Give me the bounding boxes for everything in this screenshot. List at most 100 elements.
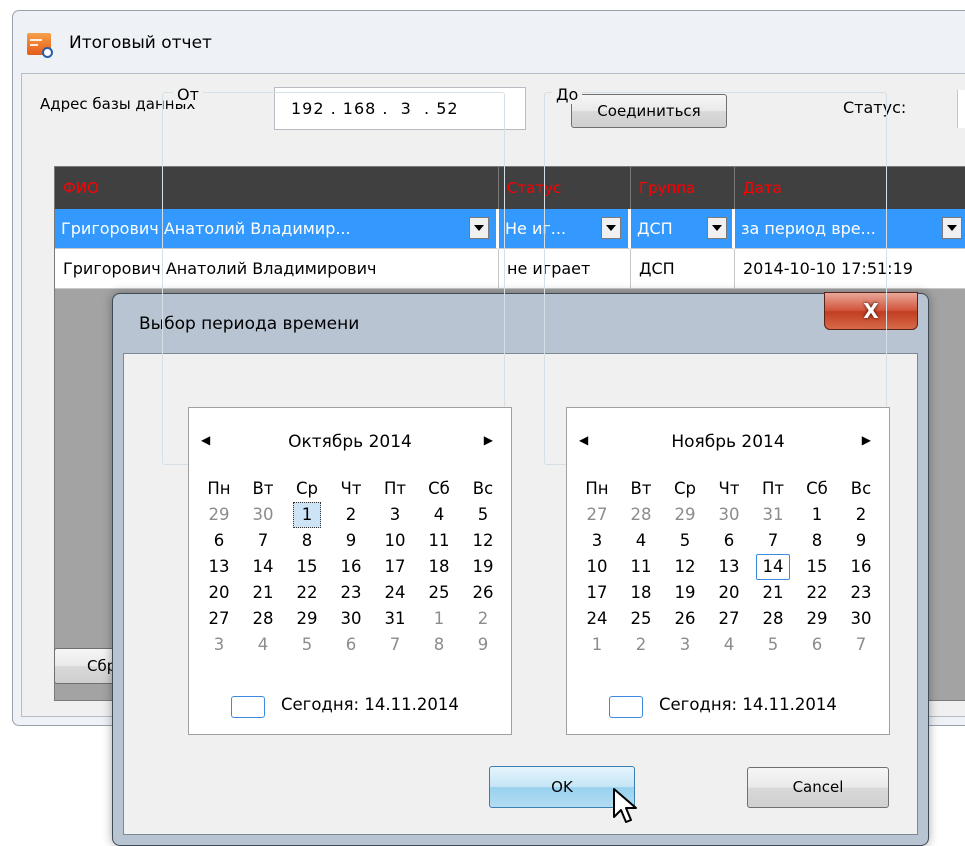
calendar-day[interactable]: 15 — [285, 554, 329, 580]
calendar-day[interactable]: 21 — [241, 580, 285, 606]
calendar-day[interactable]: 7 — [839, 632, 883, 658]
calendar-week: 3456789 — [575, 528, 883, 554]
calendar-day[interactable]: 9 — [461, 632, 505, 658]
calendar-day[interactable]: 27 — [707, 606, 751, 632]
calendar-day[interactable]: 10 — [575, 554, 619, 580]
calendar-day[interactable]: 5 — [285, 632, 329, 658]
calendar-day[interactable]: 20 — [707, 580, 751, 606]
next-month-icon[interactable]: ▶ — [484, 433, 493, 447]
calendar-day[interactable]: 11 — [417, 528, 461, 554]
calendar-day[interactable]: 12 — [663, 554, 707, 580]
calendar-day[interactable]: 5 — [751, 632, 795, 658]
month-title[interactable]: Ноябрь 2014 — [567, 432, 889, 452]
calendar-day[interactable]: 7 — [241, 528, 285, 554]
calendar-day[interactable]: 12 — [461, 528, 505, 554]
calendar-day[interactable]: 10 — [373, 528, 417, 554]
calendar-day[interactable]: 19 — [461, 554, 505, 580]
today-footer[interactable]: Сегодня: 14.11.2014 — [567, 694, 889, 722]
calendar-day[interactable]: 13 — [707, 554, 751, 580]
calendar-day[interactable]: 27 — [197, 606, 241, 632]
calendar-day[interactable]: 4 — [241, 632, 285, 658]
calendar-day[interactable]: 1 — [575, 632, 619, 658]
calendar-day[interactable]: 23 — [329, 580, 373, 606]
calendar-day[interactable]: 14 — [751, 554, 795, 580]
calendar-day[interactable]: 16 — [839, 554, 883, 580]
calendar-day[interactable]: 27 — [575, 502, 619, 528]
calendar-day[interactable]: 6 — [795, 632, 839, 658]
calendar-day[interactable]: 6 — [329, 632, 373, 658]
calendar-day[interactable]: 24 — [373, 580, 417, 606]
dropdown-arrow-icon[interactable] — [942, 217, 962, 239]
calendar-day[interactable]: 3 — [663, 632, 707, 658]
calendar-day[interactable]: 17 — [373, 554, 417, 580]
calendar-day[interactable]: 18 — [417, 554, 461, 580]
calendar-day[interactable]: 5 — [663, 528, 707, 554]
calendar-day[interactable]: 3 — [575, 528, 619, 554]
calendar-day[interactable]: 19 — [663, 580, 707, 606]
next-month-icon[interactable]: ▶ — [862, 433, 871, 447]
calendar-day[interactable]: 18 — [619, 580, 663, 606]
today-text[interactable]: Сегодня: 14.11.2014 — [281, 695, 459, 714]
from-calendar[interactable]: ◀ Октябрь 2014 ▶ Пн Вт Ср Чт Пт Сб Вс 29 30 1 2 3 4 5… — [188, 407, 512, 735]
calendar-day[interactable]: 7 — [751, 528, 795, 554]
calendar-day[interactable]: 29 — [663, 502, 707, 528]
calendar-day[interactable]: 23 — [839, 580, 883, 606]
to-calendar[interactable]: ◀ Ноябрь 2014 ▶ Пн Вт Ср Чт Пт Сб Вс 27 28 29 30 31… — [566, 407, 890, 735]
calendar-day[interactable]: 25 — [619, 606, 663, 632]
calendar-day[interactable]: 8 — [417, 632, 461, 658]
calendar-day[interactable]: 29 — [197, 502, 241, 528]
calendar-day[interactable]: 2 — [839, 502, 883, 528]
calendar-day[interactable]: 13 — [197, 554, 241, 580]
calendar-day[interactable]: 3 — [197, 632, 241, 658]
calendar-day[interactable]: 15 — [795, 554, 839, 580]
calendar-day[interactable]: 22 — [795, 580, 839, 606]
calendar-day[interactable]: 3 — [373, 502, 417, 528]
calendar-day[interactable]: 22 — [285, 580, 329, 606]
calendar-day[interactable]: 28 — [751, 606, 795, 632]
calendar-day[interactable]: 4 — [707, 632, 751, 658]
calendar-day[interactable]: 16 — [329, 554, 373, 580]
calendar-day[interactable]: 30 — [241, 502, 285, 528]
calendar-day[interactable]: 24 — [575, 606, 619, 632]
calendar-day[interactable]: 2 — [461, 606, 505, 632]
calendar-day[interactable]: 28 — [241, 606, 285, 632]
calendar-day[interactable]: 14 — [241, 554, 285, 580]
calendar-day[interactable]: 28 — [619, 502, 663, 528]
calendar-week: 3456789 — [197, 632, 505, 658]
calendar-day[interactable]: 26 — [461, 580, 505, 606]
calendar-day[interactable]: 2 — [619, 632, 663, 658]
calendar-day[interactable]: 2 — [329, 502, 373, 528]
calendar-day[interactable]: 21 — [751, 580, 795, 606]
calendar-day[interactable]: 4 — [619, 528, 663, 554]
calendar-day[interactable]: 1 — [285, 502, 329, 528]
calendar-day[interactable]: 1 — [417, 606, 461, 632]
calendar-day[interactable]: 31 — [751, 502, 795, 528]
calendar-day[interactable]: 6 — [197, 528, 241, 554]
calendar-day[interactable]: 30 — [707, 502, 751, 528]
calendar-day[interactable]: 1 — [795, 502, 839, 528]
calendar-day[interactable]: 5 — [461, 502, 505, 528]
calendar-day[interactable]: 30 — [839, 606, 883, 632]
calendar-day[interactable]: 8 — [795, 528, 839, 554]
calendar-day[interactable]: 26 — [663, 606, 707, 632]
calendar-day[interactable]: 29 — [285, 606, 329, 632]
today-footer[interactable]: Сегодня: 14.11.2014 — [189, 694, 511, 722]
today-text[interactable]: Сегодня: 14.11.2014 — [659, 695, 837, 714]
calendar-day[interactable]: 7 — [373, 632, 417, 658]
calendar-week: 27 28 29 30 31 1 2 — [197, 606, 505, 632]
calendar-day[interactable]: 9 — [839, 528, 883, 554]
calendar-day[interactable]: 9 — [329, 528, 373, 554]
calendar-day[interactable]: 11 — [619, 554, 663, 580]
calendar-day[interactable]: 31 — [373, 606, 417, 632]
calendar-day[interactable]: 20 — [197, 580, 241, 606]
calendar-day[interactable]: 4 — [417, 502, 461, 528]
cancel-button[interactable]: Cancel — [747, 767, 889, 808]
calendar-day[interactable]: 29 — [795, 606, 839, 632]
calendar-day[interactable]: 6 — [707, 528, 751, 554]
calendar-day[interactable]: 25 — [417, 580, 461, 606]
calendar-day[interactable]: 17 — [575, 580, 619, 606]
month-title[interactable]: Октябрь 2014 — [189, 432, 511, 452]
calendar-day[interactable]: 30 — [329, 606, 373, 632]
weekday-label: Вс — [850, 479, 872, 498]
calendar-day[interactable]: 8 — [285, 528, 329, 554]
